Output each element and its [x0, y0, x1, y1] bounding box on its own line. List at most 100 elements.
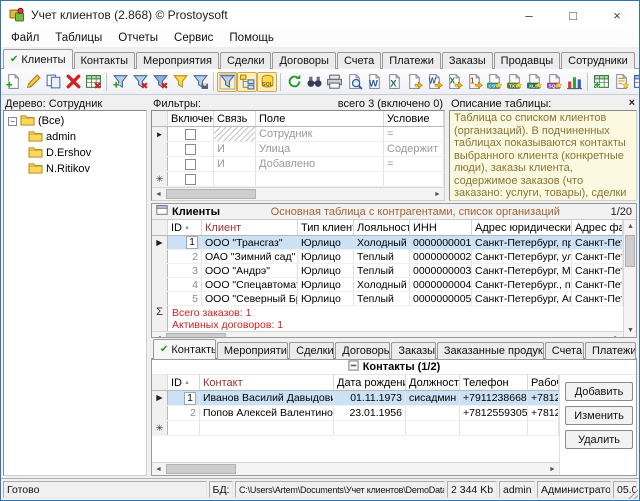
- menu-item-file[interactable]: Файл: [3, 30, 47, 46]
- import-data-icon[interactable]: [591, 72, 611, 92]
- tree-expander-icon[interactable]: −: [8, 117, 17, 126]
- main-tab[interactable]: Платежи: [382, 52, 441, 69]
- filter-link-cell[interactable]: [214, 127, 256, 141]
- detail-tab[interactable]: Договоры: [335, 342, 390, 359]
- scroll-thumb[interactable]: [166, 333, 226, 338]
- filter-checkbox[interactable]: [185, 144, 196, 155]
- filter-condition-cell[interactable]: =: [384, 127, 444, 141]
- filter-row[interactable]: ИУлицаСодержит: [152, 142, 444, 157]
- close-description-icon[interactable]: ×: [629, 98, 635, 109]
- scroll-down-icon[interactable]: ▼: [624, 324, 637, 337]
- contacts-column-header[interactable]: Дата рождения: [334, 375, 406, 390]
- scroll-thumb[interactable]: [166, 189, 256, 199]
- filter-condition-cell[interactable]: =: [384, 157, 444, 171]
- maximize-button[interactable]: □: [551, 1, 595, 29]
- window-mini-icon[interactable]: [156, 203, 168, 221]
- export-excel-icon[interactable]: X: [444, 72, 464, 92]
- filter-field-cell[interactable]: Добавлено: [256, 157, 384, 171]
- scroll-right-icon[interactable]: ►: [546, 463, 559, 476]
- refresh-icon[interactable]: [284, 72, 304, 92]
- tree-node-n-ritikov[interactable]: N.Ritikov: [4, 161, 146, 177]
- clients-column-header[interactable]: Тип клиента: [298, 220, 354, 235]
- export-word-icon[interactable]: W: [424, 72, 444, 92]
- scroll-left-icon[interactable]: ◄: [152, 332, 165, 339]
- clients-column-header[interactable]: Адрес юридический: [472, 220, 572, 235]
- scroll-thumb[interactable]: [166, 464, 236, 474]
- main-tab[interactable]: Сделки: [220, 52, 272, 69]
- scroll-right-icon[interactable]: ►: [431, 188, 444, 201]
- menu-item-tables[interactable]: Таблицы: [47, 30, 110, 46]
- client-row[interactable]: 5ООО "Северный Бриг"ЮрлицоТеплый00000000…: [152, 292, 623, 306]
- toggle-sql-panel-icon[interactable]: SQL: [257, 72, 277, 92]
- print-preview-icon[interactable]: [344, 72, 364, 92]
- quick-filter-icon[interactable]: [170, 72, 190, 92]
- contacts-column-header[interactable]: Должность: [406, 375, 460, 390]
- tree-node-admin[interactable]: admin: [4, 129, 146, 145]
- minimize-button[interactable]: –: [507, 1, 551, 29]
- scroll-track[interactable]: [165, 188, 431, 200]
- report-template-icon[interactable]: [611, 72, 631, 92]
- filters-horizontal-scrollbar[interactable]: ◄►: [152, 187, 444, 200]
- edit-button[interactable]: Изменить: [565, 406, 633, 425]
- add-filter-icon[interactable]: [110, 72, 130, 92]
- menu-item-help[interactable]: Помощь: [221, 30, 281, 46]
- collapse-panel-icon[interactable]: [348, 360, 359, 374]
- main-tab[interactable]: Продавцы: [494, 52, 561, 69]
- clients-column-header[interactable]: Лояльность: [354, 220, 410, 235]
- main-tab[interactable]: ✔Клиенты: [3, 49, 73, 69]
- clients-column-header[interactable]: ID▲: [168, 220, 202, 235]
- filter-checkbox[interactable]: [185, 129, 196, 140]
- form-view-icon[interactable]: [631, 72, 639, 92]
- main-tab[interactable]: Договоры: [272, 52, 335, 69]
- filter-checkbox[interactable]: [185, 159, 196, 170]
- scroll-left-icon[interactable]: ◄: [152, 188, 165, 201]
- delete-record-icon[interactable]: [63, 72, 83, 92]
- detail-tab[interactable]: Заказы: [391, 342, 436, 359]
- toggle-tree-panel-icon[interactable]: [237, 72, 257, 92]
- copy-record-icon[interactable]: [43, 72, 63, 92]
- save-filter-icon[interactable]: [190, 72, 210, 92]
- detail-tab[interactable]: ✔Контакты: [153, 339, 216, 359]
- main-tab[interactable]: Сотрудники: [561, 52, 635, 69]
- contacts-column-header[interactable]: ID▲: [168, 375, 200, 390]
- filter-condition-cell[interactable]: Содержит: [384, 142, 444, 156]
- filter-new-row[interactable]: ✳: [152, 172, 444, 187]
- export-data-icon[interactable]: 1: [464, 72, 484, 92]
- contact-row[interactable]: 2Попов Алексей Валентинович23.01.1956+78…: [152, 406, 559, 421]
- clients-column-header[interactable]: Клиент: [202, 220, 298, 235]
- menu-item-reports[interactable]: Отчеты: [110, 30, 166, 46]
- scroll-track[interactable]: [165, 463, 546, 475]
- export-doc-icon[interactable]: [404, 72, 424, 92]
- export-sql-icon[interactable]: SQL: [544, 72, 564, 92]
- filter-row[interactable]: ►Сотрудник=: [152, 127, 444, 142]
- filter-field-cell[interactable]: Улица: [256, 142, 384, 156]
- tree-node-d-ershov[interactable]: D.Ershov: [4, 145, 146, 161]
- delete-button[interactable]: Удалить: [565, 430, 633, 449]
- contacts-column-header[interactable]: Контакт: [200, 375, 334, 390]
- search-icon[interactable]: [304, 72, 324, 92]
- tree-node-root[interactable]: −(Все): [4, 113, 146, 129]
- filter-checkbox[interactable]: [185, 174, 196, 185]
- detail-tab[interactable]: Заказанные продукты: [437, 342, 544, 359]
- add-button[interactable]: Добавить: [565, 382, 633, 401]
- filter-row[interactable]: ИДобавлено=: [152, 157, 444, 172]
- client-row[interactable]: 4ООО "Спецавтомат"ЮрлицоХолодный00000000…: [152, 278, 623, 292]
- clients-column-header[interactable]: ИНН: [410, 220, 472, 235]
- clear-filters-icon[interactable]: [150, 72, 170, 92]
- open-in-excel-icon[interactable]: X: [384, 72, 404, 92]
- delete-filter-icon[interactable]: [130, 72, 150, 92]
- clients-column-header[interactable]: Адрес фа: [572, 220, 623, 235]
- scroll-up-icon[interactable]: ▲: [624, 220, 637, 233]
- client-row[interactable]: ►1ООО "Трансгаз"ЮрлицоХолодный0000000001…: [152, 236, 623, 250]
- toggle-filter-panel-icon[interactable]: [217, 72, 237, 92]
- clients-vertical-scrollbar[interactable]: ▲ ▼: [623, 220, 636, 337]
- close-button[interactable]: ×: [595, 1, 639, 29]
- export-csv-icon[interactable]: CSV: [484, 72, 504, 92]
- scroll-right-icon[interactable]: ►: [610, 332, 623, 339]
- main-tab[interactable]: Контакты: [74, 52, 136, 69]
- contacts-horizontal-scrollbar[interactable]: ◄►: [152, 462, 559, 475]
- export-txt-icon[interactable]: TXT: [504, 72, 524, 92]
- contact-row[interactable]: ►1Иванов Василий Давыдович01.11.1973сиса…: [152, 391, 559, 406]
- client-row[interactable]: 2ОАО "Зимний сад"ЮрлицоТеплый0000000002С…: [152, 250, 623, 264]
- detail-tab[interactable]: Сделки: [289, 342, 334, 359]
